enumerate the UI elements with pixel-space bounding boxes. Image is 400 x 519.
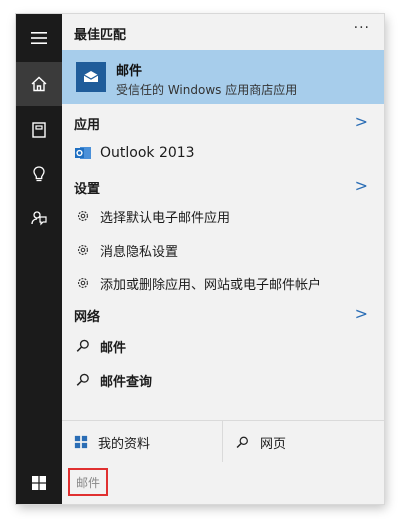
settings-item-label: 选择默认电子邮件应用 — [100, 210, 231, 226]
results-panel: 最佳匹配 ··· 邮件 受信任的 Windows 应用商店应用 应用 > Out… — [62, 14, 384, 463]
gear-icon — [74, 241, 92, 259]
list-item-default-email[interactable]: 选择默认电子邮件应用 — [74, 205, 230, 227]
web-expand-chevron-icon[interactable]: > — [355, 304, 368, 323]
search-window: 最佳匹配 ··· 邮件 受信任的 Windows 应用商店应用 应用 > Out… — [16, 14, 384, 504]
settings-section-title: 设置 — [74, 182, 101, 197]
more-options-button[interactable]: ··· — [354, 20, 370, 36]
web-item-label: 邮件查询 — [100, 374, 153, 390]
cortana-rail — [16, 14, 62, 462]
lightbulb-icon — [33, 166, 45, 182]
settings-item-label: 消息隐私设置 — [100, 244, 179, 260]
my-stuff-label: 我的资料 — [98, 436, 151, 452]
list-item-outlook[interactable]: Outlook 2013 — [74, 142, 195, 164]
taskbar-search-input[interactable]: 邮件 — [68, 468, 108, 496]
start-button[interactable] — [16, 462, 62, 504]
taskbar: 邮件 — [16, 462, 384, 504]
results-footer: 我的资料 网页 — [62, 420, 384, 463]
home-icon — [31, 76, 47, 92]
windows-logo-icon — [32, 476, 46, 490]
outlook-icon — [74, 144, 92, 162]
hamburger-menu-button[interactable] — [16, 16, 62, 60]
list-item-add-remove-accounts[interactable]: 添加或删除应用、网站或电子邮件帐户 — [74, 272, 321, 294]
search-icon — [235, 435, 250, 450]
windows-logo-icon — [74, 435, 88, 449]
settings-expand-chevron-icon[interactable]: > — [355, 176, 368, 195]
apps-section-title: 应用 — [74, 118, 101, 133]
web-item-label: 邮件 — [100, 340, 127, 356]
best-match-name: 邮件 — [116, 64, 143, 79]
list-item-message-privacy[interactable]: 消息隐私设置 — [74, 239, 178, 261]
search-icon — [74, 337, 92, 355]
web-search-label: 网页 — [260, 436, 287, 452]
best-match-subtitle: 受信任的 Windows 应用商店应用 — [116, 83, 298, 97]
outlook-label: Outlook 2013 — [100, 145, 195, 161]
feedback-button[interactable] — [16, 196, 62, 240]
reminders-button[interactable] — [16, 152, 62, 196]
list-item-web-mail[interactable]: 邮件 — [74, 335, 126, 357]
web-search-button[interactable]: 网页 — [222, 421, 384, 463]
search-icon — [74, 371, 92, 389]
best-match-item[interactable]: 邮件 受信任的 Windows 应用商店应用 — [62, 50, 384, 104]
web-section-title: 网络 — [74, 310, 101, 325]
feedback-icon — [31, 211, 47, 226]
my-stuff-button[interactable]: 我的资料 — [62, 421, 222, 463]
best-match-title: 最佳匹配 — [74, 28, 127, 43]
hamburger-menu-icon — [31, 32, 47, 44]
home-button[interactable] — [16, 62, 62, 106]
list-item-web-mail-query[interactable]: 邮件查询 — [74, 369, 152, 391]
gear-icon — [74, 274, 92, 292]
settings-item-label: 添加或删除应用、网站或电子邮件帐户 — [100, 277, 322, 293]
best-match-header: 最佳匹配 ··· — [62, 14, 384, 46]
notebook-icon — [32, 122, 46, 138]
gear-icon — [74, 207, 92, 225]
mail-app-icon — [76, 62, 106, 92]
apps-expand-chevron-icon[interactable]: > — [355, 112, 368, 131]
notebook-button[interactable] — [16, 108, 62, 152]
